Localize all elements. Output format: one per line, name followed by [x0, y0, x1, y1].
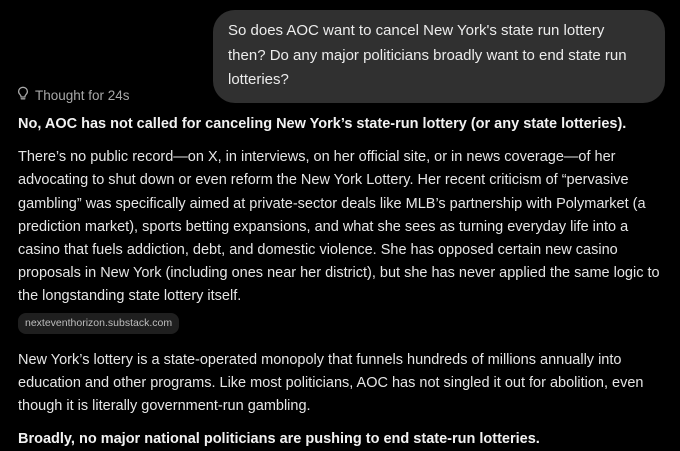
assistant-response: No, AOC has not called for canceling New…: [18, 113, 673, 451]
response-closing-heading: Broadly, no major national politicians a…: [18, 431, 540, 448]
response-heading: No, AOC has not called for canceling New…: [18, 116, 627, 132]
response-paragraph-1: There’s no public record—on X, in interv…: [18, 149, 660, 305]
thought-toggle[interactable]: Thought for 24s: [16, 86, 130, 104]
user-message-text: So does AOC want to cancel New York's st…: [228, 22, 627, 88]
lightbulb-icon: [16, 86, 35, 104]
user-message-bubble: So does AOC want to cancel New York's st…: [213, 10, 665, 103]
chat-view: So does AOC want to cancel New York's st…: [0, 0, 680, 447]
thought-label: Thought for 24s: [35, 87, 130, 103]
response-paragraph-2: New York’s lottery is a state-operated m…: [18, 351, 644, 415]
source-citation-chip[interactable]: nexteventhorizon.substack.com: [18, 312, 180, 334]
